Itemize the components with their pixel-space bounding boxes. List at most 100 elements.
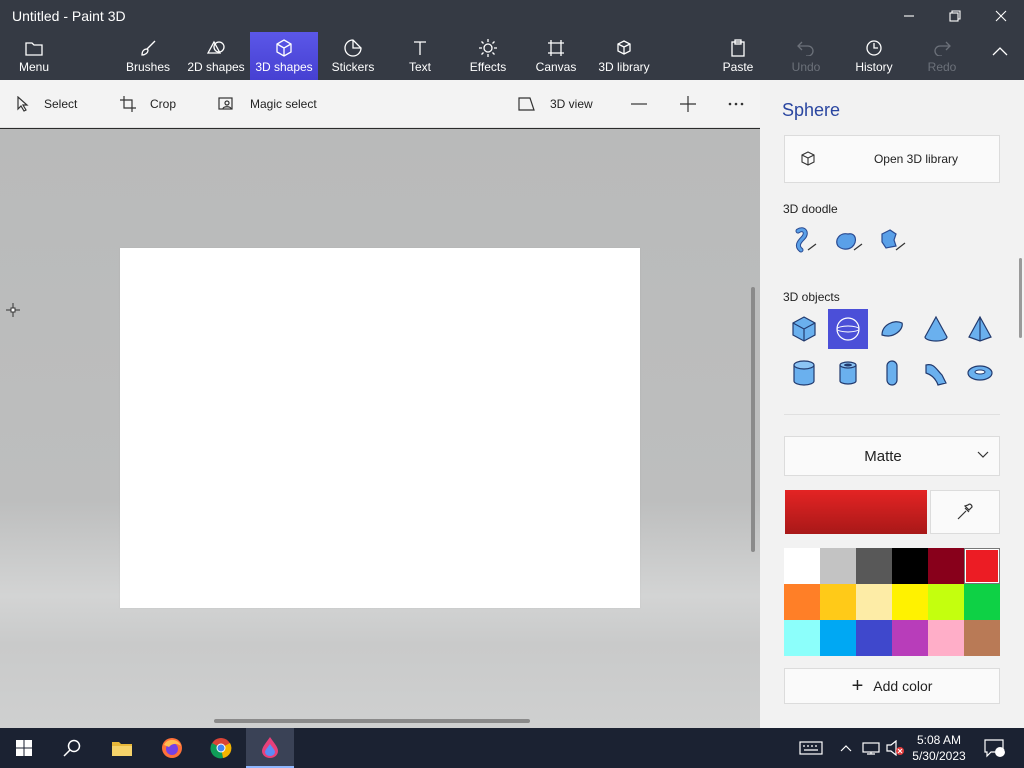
color-swatch[interactable] xyxy=(784,584,820,620)
firefox-icon xyxy=(162,738,182,758)
zoom-in-button[interactable] xyxy=(679,80,697,128)
ribbon: Menu Brushes 2D shapes 3D shapes Sticker… xyxy=(0,32,1024,80)
restore-icon xyxy=(949,10,961,22)
shapes-2d-label: 2D shapes xyxy=(187,60,245,74)
workspace[interactable] xyxy=(0,129,760,728)
more-options-button[interactable] xyxy=(727,80,745,128)
panel-scrollbar[interactable] xyxy=(1019,258,1022,338)
color-swatch[interactable] xyxy=(784,620,820,656)
crop-icon xyxy=(120,96,136,112)
notifications-button[interactable]: 1 xyxy=(980,728,1010,768)
undo-button[interactable]: Undo xyxy=(788,32,824,80)
color-swatch[interactable] xyxy=(820,584,856,620)
tube-object-icon xyxy=(839,361,857,385)
title-bar: Untitled - Paint 3D xyxy=(0,0,1024,32)
color-swatch[interactable] xyxy=(964,584,1000,620)
sphere-object-button[interactable] xyxy=(828,309,868,349)
color-swatch[interactable] xyxy=(784,548,820,584)
tab-stickers[interactable]: Stickers xyxy=(328,32,378,80)
color-swatch[interactable] xyxy=(892,548,928,584)
horizontal-scrollbar[interactable] xyxy=(214,719,530,723)
color-swatch[interactable] xyxy=(892,620,928,656)
brushes-label: Brushes xyxy=(125,60,171,74)
color-swatch[interactable] xyxy=(964,620,1000,656)
open-3d-library-button[interactable]: Open 3D library xyxy=(784,135,1000,183)
color-swatch[interactable] xyxy=(856,584,892,620)
menu-label: Menu xyxy=(18,60,50,74)
capsule-object-button[interactable] xyxy=(872,353,912,393)
color-swatch[interactable] xyxy=(928,584,964,620)
hemisphere-object-button[interactable] xyxy=(872,309,912,349)
add-color-button[interactable]: + Add color xyxy=(784,668,1000,704)
pyramid-object-button[interactable] xyxy=(960,309,1000,349)
capsule-object-icon xyxy=(886,360,898,386)
history-label: History xyxy=(855,60,893,74)
canvas-icon xyxy=(548,40,564,56)
color-swatch[interactable] xyxy=(928,548,964,584)
color-swatch[interactable] xyxy=(928,620,964,656)
minimize-button[interactable] xyxy=(886,0,932,32)
menu-button[interactable]: Menu xyxy=(8,32,60,80)
move-cursor-icon xyxy=(6,303,20,317)
history-button[interactable]: History xyxy=(850,32,898,80)
tube-object-button[interactable] xyxy=(828,353,868,393)
tab-text[interactable]: Text xyxy=(400,32,440,80)
color-swatch[interactable] xyxy=(892,584,928,620)
soft-edge-doodle-button[interactable] xyxy=(828,220,868,260)
firefox-taskbar-button[interactable] xyxy=(148,728,196,768)
tab-3d-library[interactable]: 3D library xyxy=(596,32,652,80)
cube-object-button[interactable] xyxy=(784,309,824,349)
color-swatch[interactable] xyxy=(820,620,856,656)
tab-2d-shapes[interactable]: 2D shapes xyxy=(184,32,248,80)
redo-label: Redo xyxy=(927,60,957,74)
chevron-up-icon xyxy=(840,745,852,752)
drawing-canvas[interactable] xyxy=(120,248,640,608)
vertical-scrollbar[interactable] xyxy=(751,287,755,552)
color-swatch[interactable] xyxy=(964,548,1000,584)
clipboard-icon xyxy=(731,39,745,57)
crop-button[interactable]: Crop xyxy=(120,80,176,128)
close-button[interactable] xyxy=(978,0,1024,32)
zoom-out-button[interactable] xyxy=(630,80,648,128)
tab-canvas[interactable]: Canvas xyxy=(534,32,578,80)
sharp-doodle-icon xyxy=(795,227,817,253)
file-explorer-taskbar-button[interactable] xyxy=(98,728,146,768)
search-button[interactable] xyxy=(48,728,96,768)
network-tray-button[interactable] xyxy=(860,728,882,768)
paint3d-taskbar-button[interactable] xyxy=(246,728,294,768)
tab-3d-shapes[interactable]: 3D shapes xyxy=(250,32,318,80)
material-dropdown[interactable]: Matte xyxy=(784,436,1000,476)
color-swatch[interactable] xyxy=(856,620,892,656)
restore-button[interactable] xyxy=(932,0,978,32)
window-title: Untitled - Paint 3D xyxy=(12,8,126,24)
tab-effects[interactable]: Effects xyxy=(466,32,510,80)
color-swatch[interactable] xyxy=(856,548,892,584)
show-hidden-icons-button[interactable] xyxy=(836,728,856,768)
tab-brushes[interactable]: Brushes xyxy=(122,32,174,80)
collapse-ribbon-button[interactable] xyxy=(984,32,1016,80)
undo-label: Undo xyxy=(791,60,821,74)
cylinder-object-button[interactable] xyxy=(784,353,824,393)
brush-icon xyxy=(141,40,156,56)
volume-tray-button[interactable] xyxy=(884,728,906,768)
current-color-swatch[interactable] xyxy=(785,490,927,534)
folder-icon xyxy=(25,42,43,56)
action-center-tray-button[interactable] xyxy=(796,728,826,768)
chrome-taskbar-button[interactable] xyxy=(197,728,245,768)
select-button[interactable]: Select xyxy=(16,80,77,128)
tube-doodle-button[interactable] xyxy=(872,220,912,260)
paste-button[interactable]: Paste xyxy=(718,32,758,80)
redo-button[interactable]: Redo xyxy=(924,32,960,80)
start-button[interactable] xyxy=(0,728,48,768)
curved-tube-object-button[interactable] xyxy=(916,353,956,393)
library-3d-label: 3D library xyxy=(598,60,650,74)
color-swatch[interactable] xyxy=(820,548,856,584)
taskbar-clock[interactable]: 5:08 AM 5/30/2023 xyxy=(906,732,972,764)
view-3d-icon xyxy=(518,97,535,111)
donut-object-button[interactable] xyxy=(960,353,1000,393)
sharp-edge-doodle-button[interactable] xyxy=(784,220,824,260)
eyedropper-button[interactable] xyxy=(930,490,1000,534)
cone-object-button[interactable] xyxy=(916,309,956,349)
magic-select-button[interactable]: Magic select xyxy=(218,80,317,128)
3d-view-button[interactable]: 3D view xyxy=(518,80,593,128)
